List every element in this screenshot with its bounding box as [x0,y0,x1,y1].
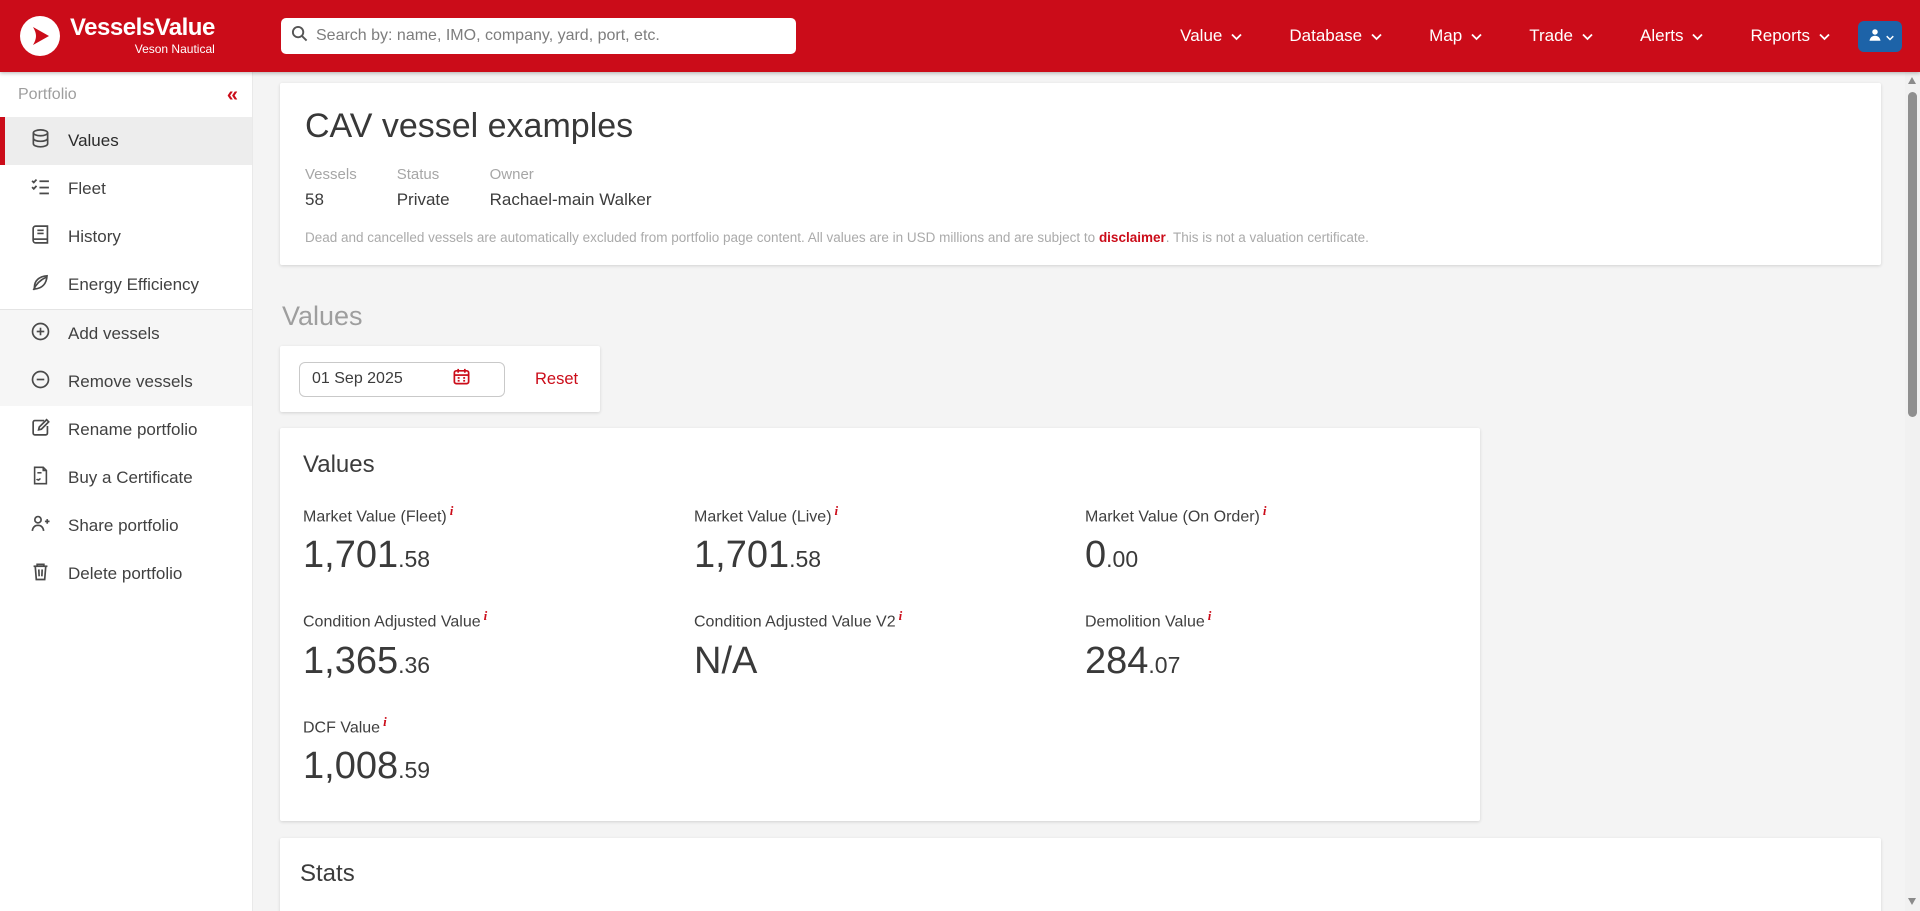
sidebar-item-label: Remove vessels [68,372,193,392]
sidebar-item-label: Add vessels [68,324,160,344]
certificate-icon [30,465,51,491]
metric-condition-adjusted-value-v2: Condition Adjusted Value V2 N/A [694,608,1085,685]
stats-table: Type Sector Live Av Age Market Value Dem… [300,904,1861,911]
sidebar-item-buy-certificate[interactable]: Buy a Certificate [0,454,252,502]
scroll-up-arrow[interactable] [1908,77,1916,84]
info-icon[interactable] [1260,508,1267,525]
minus-circle-icon [30,369,51,395]
valuation-date-input[interactable] [312,370,452,388]
table-header-row: Type Sector Live Av Age Market Value Dem… [300,904,1861,911]
calendar-icon[interactable] [452,367,471,391]
nav-alerts[interactable]: Alerts [1640,26,1703,46]
leaf-icon [30,272,51,298]
sidebar-item-add-vessels[interactable]: Add vessels [0,310,252,358]
sidebar-item-share-portfolio[interactable]: Share portfolio [0,502,252,550]
search-icon [291,25,308,47]
metric-condition-adjusted-value: Condition Adjusted Value 1,365.36 [303,608,694,685]
values-card: Values Market Value (Fleet) 1,701.58 Mar… [280,428,1480,821]
sidebar-item-label: Values [68,131,119,151]
chevron-down-icon [1819,26,1830,46]
sidebar-item-label: History [68,227,121,247]
sidebar-item-label: Delete portfolio [68,564,182,584]
scroll-down-arrow[interactable] [1908,898,1916,905]
values-card-heading: Values [303,451,1480,479]
nav-trade[interactable]: Trade [1529,26,1593,46]
metric-market-value-on-order: Market Value (On Order) 0.00 [1085,503,1476,580]
collapse-sidebar-icon[interactable]: « [227,85,238,105]
person-plus-icon [30,513,51,539]
sidebar-item-remove-vessels[interactable]: Remove vessels [0,358,252,406]
chevron-down-icon [1371,26,1382,46]
info-icon[interactable] [1205,614,1212,631]
brand-name: VesselsValue [70,16,215,40]
meta-status: Status Private [397,166,450,210]
valuation-date-card: Reset [280,346,600,412]
nav-reports[interactable]: Reports [1750,26,1830,46]
stats-card: Stats Type Sector Live Av Age Market Val… [280,838,1881,911]
page: VesselsValue Veson Nautical Value Databa… [0,0,1920,911]
user-icon [1867,27,1883,46]
sidebar-item-label: Energy Efficiency [68,275,199,295]
sidebar-item-label: Share portfolio [68,516,179,536]
nav-value[interactable]: Value [1180,26,1242,46]
chevron-down-icon [1692,26,1703,46]
search-input[interactable] [316,27,786,45]
sidebar-item-fleet[interactable]: Fleet [0,165,252,213]
disclaimer-link[interactable]: disclaimer [1099,230,1166,245]
main-nav: Value Database Map Trade Alerts Reports [1180,26,1830,46]
meta-owner: Owner Rachael-main Walker [490,166,652,210]
info-icon[interactable] [447,508,454,525]
info-icon[interactable] [380,719,387,736]
info-icon[interactable] [832,508,839,525]
reset-button[interactable]: Reset [535,370,578,389]
checklist-icon [30,176,51,202]
edit-icon [30,417,51,443]
nav-database[interactable]: Database [1289,26,1382,46]
info-icon[interactable] [481,614,488,631]
trash-icon [30,561,51,587]
chevron-down-icon [1582,26,1593,46]
stats-heading: Stats [300,860,1861,888]
sidebar-item-history[interactable]: History [0,213,252,261]
portfolio-header-card: CAV vessel examples Vessels 58 Status Pr… [280,83,1881,265]
page-scrollbar[interactable] [1905,72,1920,911]
metric-demolition-value: Demolition Value 284.07 [1085,608,1476,685]
sidebar-item-label: Buy a Certificate [68,468,193,488]
meta-vessels: Vessels 58 [305,166,357,210]
valuation-date-field [299,362,505,397]
disclaimer-text: Dead and cancelled vessels are automatic… [305,230,1851,245]
metric-market-value-fleet: Market Value (Fleet) 1,701.58 [303,503,694,580]
sidebar-section-label: Portfolio [18,86,77,104]
sidebar-item-label: Rename portfolio [68,420,197,440]
plus-circle-icon [30,321,51,347]
info-icon[interactable] [896,614,903,631]
metric-dcf-value: DCF Value 1,008.59 [303,714,694,791]
book-icon [30,224,51,250]
sidebar-item-delete-portfolio[interactable]: Delete portfolio [0,550,252,598]
values-section-heading: Values [282,301,1881,332]
chevron-down-icon [1886,29,1894,44]
global-search [281,18,796,54]
nav-map[interactable]: Map [1429,26,1482,46]
chevron-down-icon [1471,26,1482,46]
app-header: VesselsValue Veson Nautical Value Databa… [0,0,1920,72]
sidebar-item-values[interactable]: Values [0,117,252,165]
sidebar-item-energy-efficiency[interactable]: Energy Efficiency [0,261,252,309]
sidebar-item-label: Fleet [68,179,106,199]
metric-market-value-live: Market Value (Live) 1,701.58 [694,503,1085,580]
vesselsvalue-logo-icon [20,16,60,56]
main-content: CAV vessel examples Vessels 58 Status Pr… [253,72,1905,911]
sidebar-item-rename-portfolio[interactable]: Rename portfolio [0,406,252,454]
scrollbar-thumb[interactable] [1908,92,1917,417]
chevron-down-icon [1231,26,1242,46]
coins-icon [30,128,51,154]
user-menu-button[interactable] [1858,21,1902,52]
brand-logo[interactable]: VesselsValue Veson Nautical [0,16,253,56]
sidebar: Portfolio « Values Fleet History Energ [0,72,253,911]
page-title: CAV vessel examples [305,107,1851,146]
brand-subtitle: Veson Nautical [70,42,215,56]
